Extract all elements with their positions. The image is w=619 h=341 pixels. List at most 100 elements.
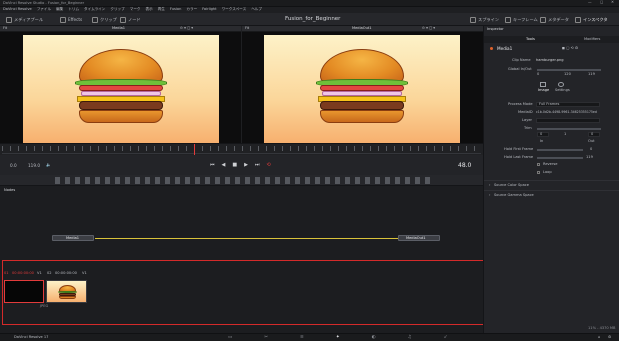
tab-modifiers[interactable]: Modifiers — [584, 37, 600, 42]
viewer1-image — [23, 35, 219, 143]
minimize-button[interactable]: — — [588, 0, 592, 5]
viewer1-fit[interactable]: Fit — [3, 26, 7, 31]
keyframes-label: キーフレーム — [513, 16, 538, 22]
menu-item[interactable]: 再生 — [158, 7, 165, 12]
tab-image[interactable]: Image — [538, 88, 549, 93]
viewer2[interactable] — [242, 32, 483, 143]
trim-in-field[interactable]: 0 — [537, 132, 549, 137]
effects-icon — [60, 17, 66, 23]
page-cut-icon[interactable]: ✂ — [264, 335, 268, 340]
menu-item[interactable]: DaVinci Resolve — [3, 7, 32, 12]
menu-item[interactable]: カラー — [186, 7, 197, 12]
global-out[interactable]: 119 — [588, 72, 595, 77]
menu-item[interactable]: Fairlight — [202, 7, 216, 12]
global-mid[interactable]: 120 — [564, 72, 571, 77]
menu-item[interactable]: クリップ — [110, 7, 124, 12]
jump-end-icon[interactable]: ⏭ — [255, 162, 260, 168]
trim-out-field[interactable]: 0 — [588, 132, 600, 137]
memory-info: 11% - 4370 MB — [588, 326, 616, 330]
page-color-icon[interactable]: ◐ — [372, 335, 376, 340]
play-icon[interactable]: ▶ — [244, 162, 248, 168]
metadata-button[interactable]: メタデータ — [540, 17, 569, 23]
viewer2-options-icon[interactable]: ⊙ ▾ ◻ ▾ — [422, 26, 435, 31]
process-mode-select[interactable]: Full Frames — [536, 102, 600, 107]
reverse-label: Reverse — [543, 162, 558, 166]
title-bar: DaVinci Resolve Studio - Fusion_for_Begi… — [0, 0, 619, 7]
section-source-color-space[interactable]: › Source Color Space — [484, 180, 619, 188]
clips-button[interactable]: クリップ — [92, 17, 117, 23]
keyframes-button[interactable]: キーフレーム — [505, 17, 538, 23]
status-bar: DaVinci Resolve 17 ▭ ✂ ≡ ✦ ◐ ♫ ➶ ⌂ ⚙ — [0, 333, 619, 341]
tool-icons[interactable] — [55, 177, 430, 184]
clips-label: クリップ — [100, 16, 117, 22]
ruler-track — [2, 153, 481, 154]
hold-first-slider[interactable] — [537, 149, 583, 151]
node-mediaout1[interactable]: MediaOut1 — [398, 235, 440, 241]
chevron-right-icon: › — [489, 193, 491, 197]
metadata-icon — [540, 17, 546, 23]
close-button[interactable]: ✕ — [611, 0, 614, 5]
media-pool-button[interactable]: メディアプール — [6, 17, 43, 23]
hold-last-value[interactable]: 119 — [586, 155, 593, 160]
tab-settings[interactable]: Settings — [555, 88, 570, 93]
render-end[interactable]: 119.0 — [28, 163, 40, 168]
viewer1[interactable] — [0, 32, 241, 143]
audio-icon[interactable]: 🔈 — [46, 162, 51, 167]
hold-last-slider[interactable] — [537, 157, 583, 159]
menu-item[interactable]: ヘルプ — [251, 7, 262, 12]
viewer2-fit[interactable]: Fit — [245, 26, 249, 31]
global-in[interactable]: 0 — [537, 72, 539, 77]
page-deliver-icon[interactable]: ➶ — [444, 335, 448, 340]
play-reverse-icon[interactable]: ◀ — [222, 162, 226, 168]
transport-bar: 0.0 119.0 🔈 ⏮ ◀ ■ ▶ ⏭ ⟲ 48.0 — [0, 155, 483, 175]
maximize-button[interactable]: ▢ — [600, 0, 603, 5]
spline-button[interactable]: スプライン — [470, 17, 499, 23]
menu-item[interactable]: トリム — [68, 7, 79, 12]
trim-slider[interactable] — [537, 128, 601, 130]
inspector-node-name: Media1 — [497, 46, 513, 51]
page-fairlight-icon[interactable]: ♫ — [408, 335, 412, 340]
viewer2-label: MediaOut1 — [352, 26, 372, 30]
menu-item[interactable]: 編集 — [56, 7, 63, 12]
nodes-button[interactable]: ノード — [120, 17, 141, 23]
stop-icon[interactable]: ■ — [232, 162, 237, 168]
node-media1[interactable]: Media1 — [52, 235, 94, 241]
loop-icon[interactable]: ⟲ — [266, 162, 270, 168]
loop-checkbox[interactable] — [537, 171, 540, 174]
menu-item[interactable]: マーク — [130, 7, 141, 12]
page-media-icon[interactable]: ▭ — [228, 335, 232, 340]
home-icon[interactable]: ⌂ — [598, 335, 600, 340]
nodes-icon — [120, 17, 126, 23]
highlight-box — [2, 260, 484, 325]
project-title: Fusion_for_Beginner — [285, 16, 341, 22]
settings-icon[interactable]: ⚙ — [608, 335, 611, 340]
time-ruler[interactable] — [0, 143, 483, 156]
layer-select[interactable] — [536, 118, 600, 123]
page-fusion-icon[interactable]: ✦ — [336, 335, 340, 340]
effects-button[interactable]: Effects — [60, 17, 82, 23]
menu-item[interactable]: ワークスペース — [222, 7, 247, 12]
menu-item[interactable]: Fusion — [170, 7, 182, 12]
viewer1-options-icon[interactable]: ⊙ ▾ ◻ ▾ — [180, 26, 193, 31]
tab-tools[interactable]: Tools — [526, 37, 535, 42]
inspector-header-icons[interactable]: ◼ ▢ ⟲ ⚙ — [562, 46, 578, 51]
clips-icon — [92, 17, 98, 23]
node-color-icon — [490, 47, 493, 50]
inspector-button[interactable]: インスペクタ — [575, 17, 608, 23]
nodes-title: Nodes — [4, 188, 16, 192]
global-range-slider[interactable] — [537, 69, 601, 71]
render-start[interactable]: 0.0 — [10, 163, 17, 168]
hamburger-image — [71, 49, 171, 129]
menu-item[interactable]: 表示 — [146, 7, 153, 12]
hold-first-value[interactable]: 0 — [590, 147, 592, 152]
menu-item[interactable]: タイムライン — [84, 7, 105, 12]
page-edit-icon[interactable]: ≡ — [300, 335, 304, 340]
nodes-label: ノード — [128, 16, 141, 22]
media-id-label: MediaID — [518, 110, 533, 114]
reverse-checkbox[interactable] — [537, 163, 540, 166]
section-source-gamma-space[interactable]: › Source Gamma Space — [484, 190, 619, 198]
jump-start-icon[interactable]: ⏮ — [210, 162, 215, 168]
menu-item[interactable]: ファイル — [37, 7, 51, 12]
hold-first-label: Hold First Frame — [504, 147, 534, 151]
process-mode-label: Process Mode — [508, 102, 533, 106]
